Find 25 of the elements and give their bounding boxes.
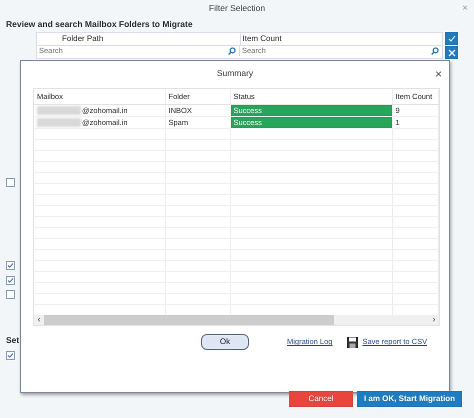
checkbox[interactable] (6, 290, 15, 299)
select-all-button[interactable] (445, 32, 458, 45)
column-header: Folder Path (61, 33, 104, 45)
section-heading: Review and search Mailbox Folders to Migrate (6, 18, 194, 31)
search-icon (228, 47, 236, 55)
window-title: Filter Selection (208, 2, 266, 14)
close-icon (448, 48, 456, 56)
scrollbar-thumb[interactable] (44, 315, 334, 325)
close-button[interactable]: × (434, 65, 442, 83)
column-header: Item Count (240, 33, 442, 45)
check-icon (448, 34, 456, 42)
checkbox[interactable] (6, 351, 15, 360)
scroll-left-button[interactable]: ‹ (34, 313, 44, 327)
checkbox[interactable] (6, 276, 15, 285)
checkbox[interactable] (6, 261, 15, 270)
ok-button[interactable]: Ok (201, 334, 249, 350)
dialog-title: Summary (216, 66, 254, 80)
scroll-right-button[interactable]: › (429, 313, 439, 327)
checkbox[interactable] (6, 178, 15, 187)
clear-all-button[interactable] (445, 46, 458, 59)
settings-heading: Set (6, 334, 20, 347)
cancel-button[interactable]: Cancel (289, 391, 353, 407)
horizontal-scrollbar[interactable]: ‹ › (34, 315, 439, 325)
search-icon (431, 47, 439, 55)
start-migration-button[interactable]: I am OK, Start Migration (357, 391, 462, 407)
